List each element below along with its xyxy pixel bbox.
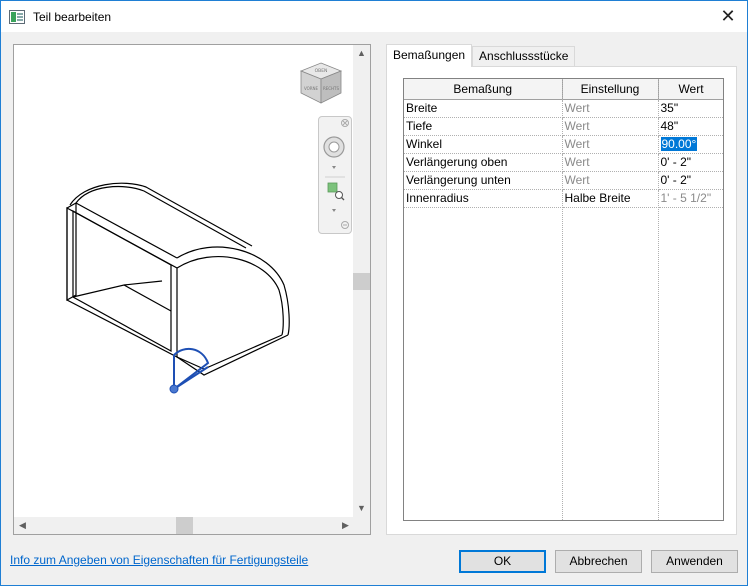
row-name: Breite [404, 99, 563, 118]
row-value[interactable]: 0' - 2" [658, 171, 723, 190]
vertical-scroll-thumb[interactable] [353, 273, 370, 290]
column-divider [658, 79, 659, 520]
cancel-button[interactable]: Abbrechen [555, 550, 642, 573]
scroll-down-icon[interactable]: ▼ [353, 500, 370, 517]
row-value[interactable]: 35" [658, 99, 723, 118]
vertical-scrollbar[interactable]: ▲ ▼ [353, 45, 370, 517]
column-divider [562, 79, 563, 520]
table-row[interactable]: Innenradius Halbe Breite 1' - 5 1/2" [404, 189, 723, 208]
viewcube-icon[interactable]: OBEN VORNE RECHTS [297, 59, 345, 107]
ok-button[interactable]: OK [459, 550, 546, 573]
row-name: Innenradius [404, 189, 563, 208]
scroll-corner [353, 517, 370, 534]
tab-anschlussstuecke[interactable]: Anschlussstücke [472, 46, 576, 66]
row-setting[interactable]: Halbe Breite [562, 189, 659, 208]
navbar-close-icon[interactable] [341, 119, 349, 127]
column-header-einstellung[interactable]: Einstellung [562, 79, 659, 100]
scroll-left-icon[interactable]: ◀ [14, 517, 31, 534]
dimensions-table: Bemaßung Einstellung Wert Breite Wert 35… [404, 79, 723, 208]
viewcube-face-right: RECHTS [323, 86, 340, 91]
row-setting[interactable]: Wert [562, 99, 659, 118]
3d-viewport[interactable]: OBEN VORNE RECHTS ▲ ▼ ◀ ▶ [13, 44, 371, 535]
horizontal-scroll-thumb[interactable] [176, 517, 193, 534]
row-setting[interactable]: Wert [562, 171, 659, 190]
row-name: Winkel [404, 135, 563, 154]
steering-wheel-icon[interactable] [323, 136, 345, 158]
title-bar: Teil bearbeiten ✕ [1, 1, 747, 32]
row-value-editing[interactable]: 90.00° [658, 135, 723, 154]
window-title: Teil bearbeiten [33, 9, 112, 24]
close-icon[interactable]: ✕ [719, 7, 737, 25]
column-header-wert[interactable]: Wert [658, 79, 723, 100]
chevron-down-icon[interactable] [332, 166, 336, 169]
row-value[interactable]: 0' - 2" [658, 153, 723, 172]
zoom-window-icon[interactable] [327, 182, 345, 201]
row-name: Verlängerung oben [404, 153, 563, 172]
duct-elbow-model[interactable] [14, 45, 354, 517]
table-row[interactable]: Verlängerung oben Wert 0' - 2" [404, 153, 723, 172]
row-name: Tiefe [404, 117, 563, 136]
row-setting[interactable]: Wert [562, 117, 659, 136]
row-value[interactable]: 48" [658, 117, 723, 136]
navbar-options-icon[interactable] [341, 221, 349, 229]
table-row[interactable]: Winkel Wert 90.00° [404, 135, 723, 154]
dialog-window: Teil bearbeiten ✕ OBEN VORNE RECHTS ▲ ▼ … [0, 0, 748, 586]
viewcube-face-top: OBEN [315, 68, 328, 74]
selected-value-text[interactable]: 90.00° [660, 137, 698, 151]
table-header-row: Bemaßung Einstellung Wert [404, 79, 723, 100]
info-link[interactable]: Info zum Angeben von Eigenschaften für F… [10, 553, 308, 567]
dimensions-grid: Bemaßung Einstellung Wert Breite Wert 35… [403, 78, 724, 521]
row-setting[interactable]: Wert [562, 135, 659, 154]
scroll-up-icon[interactable]: ▲ [353, 45, 370, 62]
tab-bemassungen[interactable]: Bemaßungen [386, 44, 473, 67]
horizontal-scrollbar[interactable]: ◀ ▶ [14, 517, 354, 534]
table-row[interactable]: Tiefe Wert 48" [404, 117, 723, 136]
table-row[interactable]: Breite Wert 35" [404, 99, 723, 118]
scroll-right-icon[interactable]: ▶ [337, 517, 354, 534]
apply-button[interactable]: Anwenden [651, 550, 738, 573]
row-value: 1' - 5 1/2" [658, 189, 723, 208]
chevron-down-icon[interactable] [332, 209, 336, 212]
app-icon [9, 9, 25, 24]
tab-panel-bemassungen: Bemaßung Einstellung Wert Breite Wert 35… [386, 66, 737, 535]
viewcube-face-front: VORNE [304, 86, 319, 91]
row-name: Verlängerung unten [404, 171, 563, 190]
row-setting[interactable]: Wert [562, 153, 659, 172]
navigation-bar [318, 116, 352, 234]
tab-strip: Bemaßungen Anschlussstücke [386, 44, 576, 67]
table-row[interactable]: Verlängerung unten Wert 0' - 2" [404, 171, 723, 190]
column-header-bemassung[interactable]: Bemaßung [404, 79, 563, 100]
